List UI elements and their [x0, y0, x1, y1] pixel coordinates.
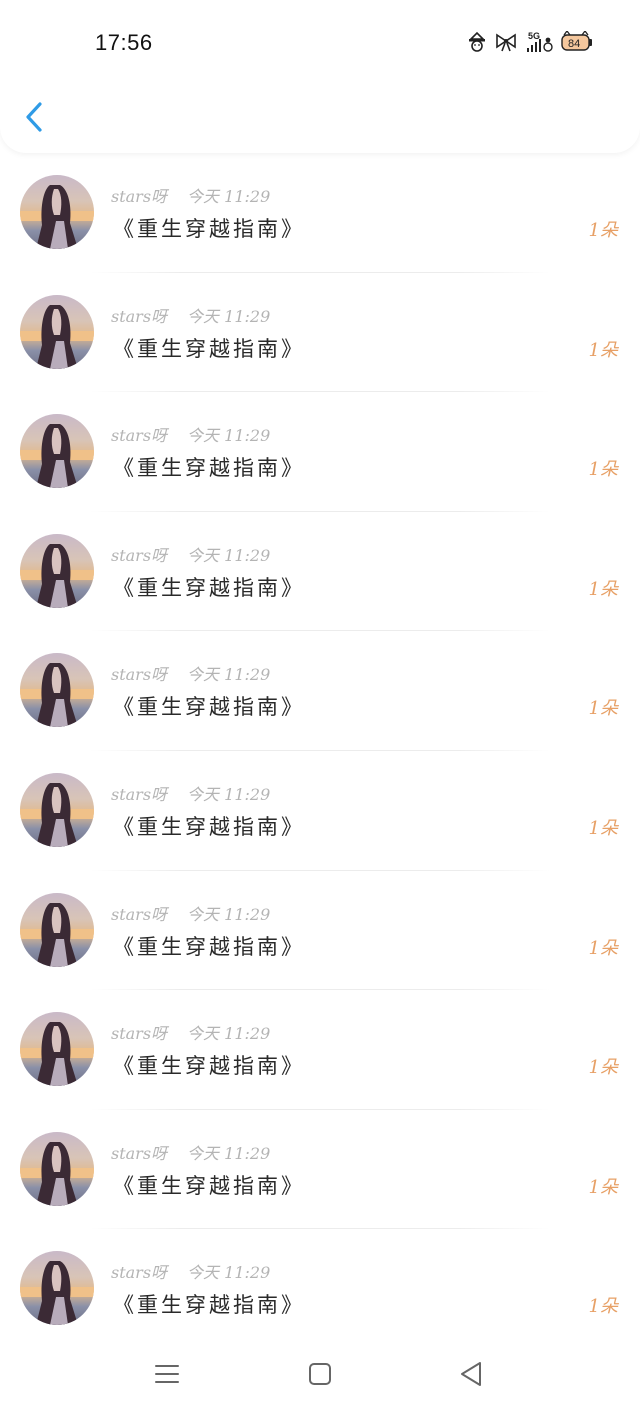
- username: stars呀: [111, 1263, 168, 1283]
- list-item[interactable]: stars呀 今天 11:29 《重生穿越指南》 1朵: [0, 392, 640, 512]
- username: stars呀: [111, 426, 168, 446]
- list-item[interactable]: stars呀 今天 11:29 《重生穿越指南》 1朵: [0, 153, 640, 273]
- list-item[interactable]: stars呀 今天 11:29 《重生穿越指南》 1朵: [0, 1229, 640, 1349]
- status-icons: 5G 84: [466, 30, 594, 54]
- username: stars呀: [111, 784, 168, 804]
- book-title: 《重生穿越指南》: [113, 1054, 305, 1079]
- list-item[interactable]: stars呀 今天 11:29 《重生穿越指南》 1朵: [0, 871, 640, 991]
- message-meta: stars呀 今天 11:29: [111, 542, 270, 566]
- book-title: 《重生穿越指南》: [113, 1293, 305, 1318]
- back-button[interactable]: [20, 98, 50, 138]
- book-title: 《重生穿越指南》: [113, 1173, 305, 1198]
- avatar[interactable]: [20, 772, 94, 847]
- home-button[interactable]: [305, 1359, 335, 1393]
- book-title: 《重生穿越指南》: [113, 575, 305, 600]
- avatar[interactable]: [20, 892, 94, 967]
- timestamp: 今天 11:29: [187, 1143, 271, 1163]
- message-meta: stars呀 今天 11:29: [111, 303, 270, 327]
- flower-count: 1朵: [588, 1057, 618, 1079]
- timestamp: 今天 11:29: [187, 665, 271, 685]
- book-title: 《重生穿越指南》: [113, 695, 305, 720]
- signal-5g-icon: 5G: [527, 31, 553, 52]
- flower-count: 1朵: [588, 220, 618, 241]
- avatar[interactable]: [20, 414, 94, 489]
- flower-count: 1朵: [588, 937, 618, 959]
- list-item[interactable]: stars呀 今天 11:29 《重生穿越指南》 1朵: [0, 631, 640, 751]
- battery-level: 84: [568, 38, 580, 50]
- username: stars呀: [111, 904, 168, 924]
- avatar[interactable]: [20, 1131, 94, 1206]
- flower-count: 1朵: [588, 817, 618, 839]
- username: stars呀: [111, 1143, 168, 1163]
- username: stars呀: [111, 306, 168, 326]
- message-meta: stars呀 今天 11:29: [111, 781, 270, 805]
- timestamp: 今天 11:29: [187, 426, 271, 446]
- menu-button[interactable]: [152, 1359, 182, 1393]
- menu-icon: [155, 1365, 179, 1383]
- network-label: 5G: [528, 31, 540, 41]
- book-title: 《重生穿越指南》: [113, 934, 305, 959]
- message-meta: stars呀 今天 11:29: [111, 901, 270, 925]
- flower-count: 1朵: [588, 339, 618, 361]
- flower-count: 1朵: [588, 1176, 618, 1198]
- username: stars呀: [111, 187, 168, 206]
- avatar[interactable]: [20, 1012, 94, 1087]
- flower-count: 1朵: [588, 578, 618, 600]
- username: stars呀: [111, 665, 168, 685]
- timestamp: 今天 11:29: [187, 1263, 271, 1283]
- flower-count: 1朵: [588, 698, 618, 720]
- header: 17:56 5G 84: [0, 0, 640, 153]
- message-meta: stars呀 今天 11:29: [111, 422, 270, 446]
- timestamp: 今天 11:29: [187, 187, 271, 206]
- home-square-icon: [309, 1363, 331, 1385]
- timestamp: 今天 11:29: [187, 1024, 271, 1044]
- bow-icon: [496, 33, 516, 52]
- list-item[interactable]: stars呀 今天 11:29 《重生穿越指南》 1朵: [0, 273, 640, 393]
- username: stars呀: [111, 1024, 168, 1044]
- username: stars呀: [111, 545, 168, 565]
- list-item[interactable]: stars呀 今天 11:29 《重生穿越指南》 1朵: [0, 990, 640, 1110]
- book-title: 《重生穿越指南》: [113, 814, 305, 839]
- message-meta: stars呀 今天 11:29: [111, 1020, 270, 1044]
- message-meta: stars呀 今天 11:29: [111, 183, 270, 207]
- avatar[interactable]: [20, 175, 94, 249]
- back-triangle-icon: [461, 1362, 481, 1386]
- message-list: stars呀 今天 11:29 《重生穿越指南》 1朵 stars呀 今天 11…: [0, 153, 640, 1349]
- avatar[interactable]: [20, 533, 94, 608]
- chevron-left-icon: [26, 102, 42, 132]
- list-item[interactable]: stars呀 今天 11:29 《重生穿越指南》 1朵: [0, 1110, 640, 1230]
- timestamp: 今天 11:29: [187, 904, 271, 924]
- snowman-hat-icon: [469, 31, 485, 52]
- avatar[interactable]: [20, 294, 94, 369]
- message-meta: stars呀 今天 11:29: [111, 1259, 270, 1283]
- book-title: 《重生穿越指南》: [113, 217, 305, 241]
- avatar[interactable]: [20, 1251, 94, 1326]
- battery-icon: 84: [561, 31, 592, 51]
- avatar[interactable]: [20, 653, 94, 728]
- message-meta: stars呀 今天 11:29: [111, 1140, 270, 1164]
- system-nav-bar: [0, 1345, 640, 1423]
- list-item[interactable]: stars呀 今天 11:29 《重生穿越指南》 1朵: [0, 512, 640, 632]
- timestamp: 今天 11:29: [187, 784, 271, 804]
- timestamp: 今天 11:29: [187, 306, 271, 326]
- flower-count: 1朵: [588, 1296, 618, 1318]
- book-title: 《重生穿越指南》: [113, 456, 305, 481]
- status-time: 17:56: [95, 30, 153, 55]
- flower-count: 1朵: [588, 459, 618, 481]
- book-title: 《重生穿越指南》: [113, 336, 305, 361]
- list-item[interactable]: stars呀 今天 11:29 《重生穿越指南》 1朵: [0, 751, 640, 871]
- timestamp: 今天 11:29: [187, 545, 271, 565]
- back-nav-button[interactable]: [456, 1359, 486, 1393]
- message-meta: stars呀 今天 11:29: [111, 661, 270, 685]
